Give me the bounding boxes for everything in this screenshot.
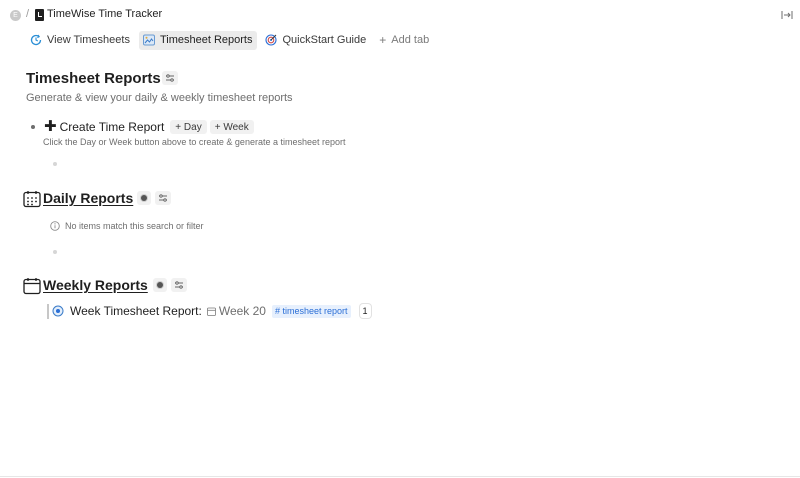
plus-icon: ✚	[44, 118, 57, 135]
weekly-reports-title[interactable]: Weekly Reports	[43, 277, 148, 293]
filter-settings-button[interactable]	[162, 71, 178, 85]
tab-label: Timesheet Reports	[159, 34, 253, 46]
top-bar: E / TimeWise Time Tracker	[0, 0, 800, 30]
week-report-label: Week Timesheet Report:	[70, 304, 202, 318]
sliders-icon	[166, 74, 174, 82]
create-day-button[interactable]: + Day	[170, 120, 207, 134]
plus-icon: +	[379, 33, 387, 47]
add-tab-button[interactable]: + Add tab	[375, 31, 434, 50]
weekly-filter-button[interactable]	[171, 278, 187, 292]
create-report-row: ✚ Create Time Report + Day + Week	[44, 118, 257, 135]
calendar-grid-icon	[23, 191, 41, 208]
tab-quickstart-guide[interactable]: QuickStart Guide	[261, 31, 371, 50]
create-report-label: Create Time Report	[59, 120, 165, 134]
breadcrumb-separator: /	[26, 8, 30, 20]
empty-state-text: No items match this search or filter	[65, 221, 204, 231]
tag-badge[interactable]: # timesheet report	[271, 304, 351, 318]
calendar-icon	[23, 278, 41, 295]
tab-timesheet-reports[interactable]: Timesheet Reports	[138, 30, 258, 50]
weekly-view-toggle-button[interactable]	[153, 278, 167, 292]
page-title: Timesheet Reports	[26, 70, 161, 87]
tab-label: QuickStart Guide	[282, 34, 367, 46]
report-node-icon	[52, 305, 64, 317]
target-icon	[265, 34, 278, 46]
create-week-button[interactable]: + Week	[209, 120, 254, 134]
empty-bullet[interactable]	[53, 250, 57, 254]
daily-filter-button[interactable]	[155, 191, 171, 205]
daily-reports-title[interactable]: Daily Reports	[43, 190, 133, 206]
image-report-icon	[142, 34, 155, 46]
list-item[interactable]: Week Timesheet Report: Week 20 # timeshe…	[47, 303, 371, 319]
tab-bar: View Timesheets Timesheet Reports QuickS…	[26, 30, 438, 50]
daily-view-toggle-button[interactable]	[137, 191, 151, 205]
bottom-divider	[0, 476, 800, 477]
page-icon	[35, 9, 44, 21]
clock-refresh-icon	[30, 34, 42, 46]
tab-label: View Timesheets	[47, 34, 130, 46]
collapse-panel-icon[interactable]	[781, 9, 793, 21]
empty-bullet[interactable]	[53, 162, 57, 166]
daily-empty-state: No items match this search or filter	[50, 221, 204, 231]
row-indent-line	[47, 303, 49, 319]
child-count-badge[interactable]: 1	[360, 304, 371, 318]
tab-view-timesheets[interactable]: View Timesheets	[26, 31, 135, 50]
sliders-icon	[159, 194, 167, 202]
workspace-avatar[interactable]: E	[10, 10, 21, 21]
list-bullet	[31, 125, 35, 129]
create-hint-text: Click the Day or Week button above to cr…	[43, 137, 346, 147]
page-subtitle: Generate & view your daily & weekly time…	[26, 92, 293, 104]
tab-label: Add tab	[391, 34, 430, 46]
sliders-icon	[175, 281, 183, 289]
info-icon	[50, 221, 60, 231]
week-reference[interactable]: Week 20	[219, 304, 266, 318]
calendar-small-icon	[206, 307, 216, 316]
breadcrumb-page-title[interactable]: TimeWise Time Tracker	[47, 8, 162, 20]
